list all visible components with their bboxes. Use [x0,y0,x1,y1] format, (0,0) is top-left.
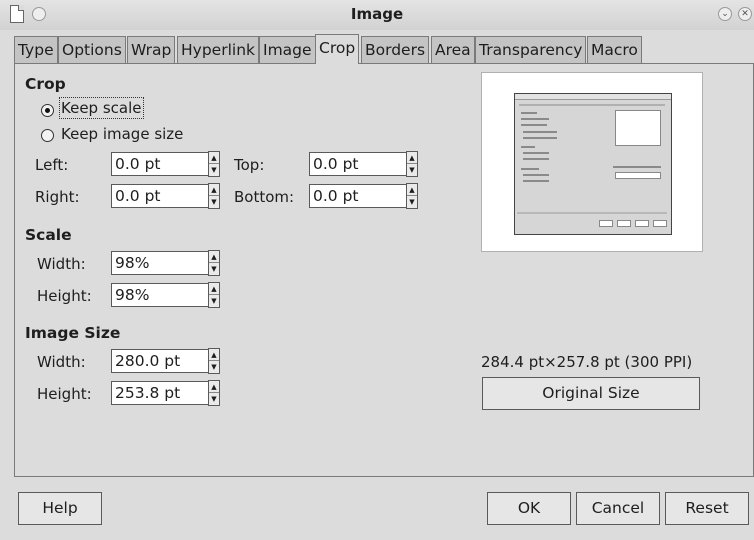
tab-type[interactable]: Type [14,36,58,64]
spin-up-icon[interactable]: ▲ [407,184,417,196]
scale-width-spinner[interactable]: ▲ ▼ [208,250,220,276]
crop-panel: Crop Keep scale Keep image size Left: 0.… [14,63,754,477]
keep-scale-label[interactable]: Keep scale [59,97,144,119]
scale-height-label: Height: [37,287,92,305]
tab-macro[interactable]: Macro [587,36,642,64]
crop-right-spinner[interactable]: ▲ ▼ [208,183,220,209]
crop-section-title: Crop [25,75,66,93]
spin-up-icon[interactable]: ▲ [209,349,219,361]
crop-bottom-field[interactable]: 0.0 pt [309,184,407,208]
spin-up-icon[interactable]: ▲ [209,283,219,295]
image-height-spinner[interactable]: ▲ ▼ [208,380,220,406]
crop-bottom-spinner[interactable]: ▲ ▼ [406,183,418,209]
spin-down-icon[interactable]: ▼ [407,196,417,208]
tab-crop[interactable]: Crop [315,34,360,64]
crop-left-label: Left: [35,156,69,174]
image-height-field[interactable]: 253.8 pt [111,381,209,405]
spin-down-icon[interactable]: ▼ [209,393,219,405]
spin-down-icon[interactable]: ▼ [407,164,417,176]
help-button[interactable]: Help [18,492,102,525]
tab-options[interactable]: Options [58,36,126,64]
spin-up-icon[interactable]: ▲ [209,152,219,164]
crop-top-field[interactable]: 0.0 pt [309,152,407,176]
spin-down-icon[interactable]: ▼ [209,263,219,275]
close-icon[interactable]: ✕ [738,7,752,21]
image-width-spinner[interactable]: ▲ ▼ [208,348,220,374]
cancel-button[interactable]: Cancel [576,492,660,525]
scale-width-label: Width: [37,255,86,273]
spin-up-icon[interactable]: ▲ [209,184,219,196]
ok-button[interactable]: OK [487,492,571,525]
image-size-section-title: Image Size [25,324,121,342]
title-bar: Image ⌄ ✕ [0,0,754,30]
crop-left-spinner[interactable]: ▲ ▼ [208,151,220,177]
spin-up-icon[interactable]: ▲ [407,152,417,164]
keep-image-size-label[interactable]: Keep image size [61,125,183,143]
spin-up-icon[interactable]: ▲ [209,251,219,263]
reset-button[interactable]: Reset [665,492,749,525]
tab-transparency[interactable]: Transparency [475,36,587,64]
keep-image-size-radio[interactable] [41,129,54,142]
tab-wrap[interactable]: Wrap [127,36,176,64]
tab-image[interactable]: Image [259,36,316,64]
keep-scale-radio[interactable] [41,104,54,117]
scale-height-spinner[interactable]: ▲ ▼ [208,282,220,308]
crop-right-label: Right: [35,188,80,206]
window-title: Image [350,5,404,23]
crop-top-spinner[interactable]: ▲ ▼ [406,151,418,177]
crop-left-field[interactable]: 0.0 pt [111,152,209,176]
image-width-label: Width: [37,353,86,371]
original-size-info: 284.4 pt×257.8 pt (300 PPI) [481,353,693,371]
image-width-field[interactable]: 280.0 pt [111,349,209,373]
crop-right-field[interactable]: 0.0 pt [111,184,209,208]
minimize-icon[interactable]: ⌄ [718,7,732,21]
spin-down-icon[interactable]: ▼ [209,196,219,208]
crop-bottom-label: Bottom: [234,188,295,206]
spin-up-icon[interactable]: ▲ [209,381,219,393]
image-height-label: Height: [37,385,92,403]
tab-borders[interactable]: Borders [361,36,430,64]
tab-hyperlink[interactable]: Hyperlink [177,36,259,64]
preview-thumbnail [514,93,672,235]
tab-area[interactable]: Area [431,36,475,64]
image-preview [481,72,703,252]
spin-down-icon[interactable]: ▼ [209,164,219,176]
scale-section-title: Scale [25,226,72,244]
spin-down-icon[interactable]: ▼ [209,295,219,307]
spin-down-icon[interactable]: ▼ [209,361,219,373]
scale-width-field[interactable]: 98% [111,251,209,275]
crop-top-label: Top: [234,156,265,174]
original-size-button[interactable]: Original Size [482,377,700,410]
scale-height-field[interactable]: 98% [111,283,209,307]
